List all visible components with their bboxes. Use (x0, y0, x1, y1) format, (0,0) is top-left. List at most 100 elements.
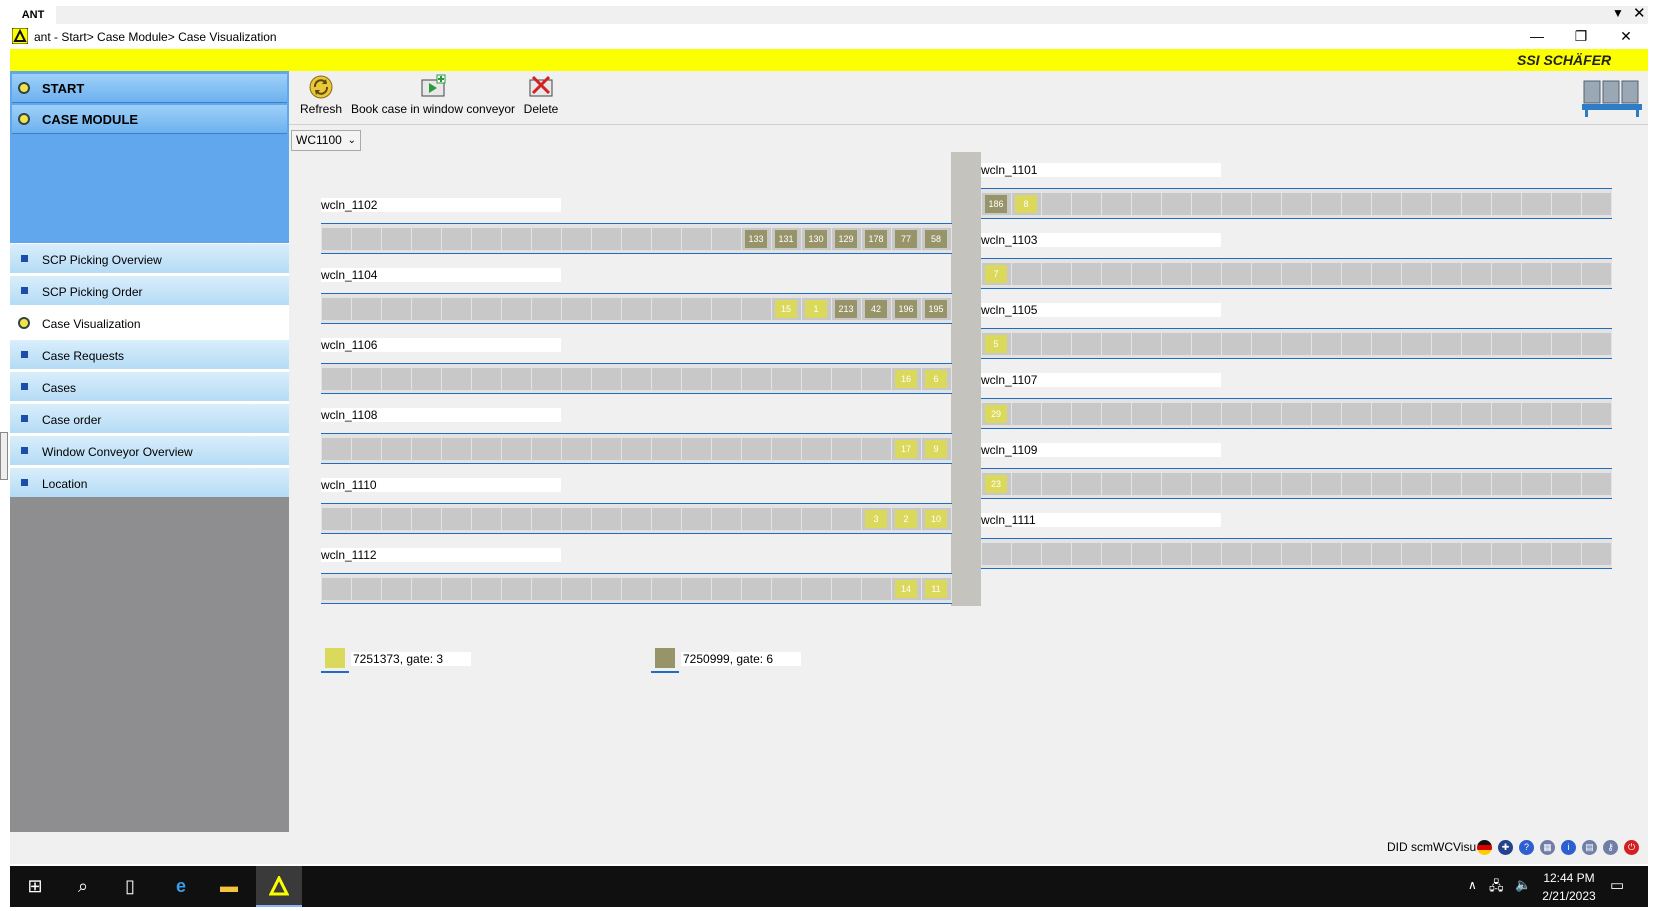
lane-slot (1372, 473, 1401, 495)
case-box[interactable]: 2 (895, 510, 917, 528)
notification-icon[interactable]: ▭ (1610, 876, 1624, 894)
task-view-icon[interactable]: ▯ (107, 866, 153, 907)
sidebar-item-label: Case Requests (42, 349, 125, 363)
lane-slot (562, 298, 591, 320)
case-box[interactable]: 7 (985, 265, 1007, 283)
case-box[interactable]: 11 (925, 580, 947, 598)
case-box[interactable]: 77 (895, 230, 917, 248)
clock-time[interactable]: 12:44 PM (1541, 871, 1597, 885)
lane-slot (562, 368, 591, 390)
case-box[interactable]: 58 (925, 230, 947, 248)
lane-slot (1432, 403, 1461, 425)
clock-date[interactable]: 2/21/2023 (1538, 889, 1600, 903)
case-box[interactable]: 15 (775, 300, 797, 318)
info-icon[interactable]: i (1561, 840, 1576, 855)
lane-slot (352, 298, 381, 320)
status-text: DID scmWCVisu (1387, 840, 1477, 854)
case-box[interactable]: 213 (835, 300, 857, 318)
case-box[interactable]: 16 (895, 370, 917, 388)
case-box[interactable]: 10 (925, 510, 947, 528)
conveyor-lane: 16 6 (321, 363, 952, 394)
calendar-icon[interactable]: ▦ (1540, 840, 1555, 855)
lane-slot (1162, 193, 1191, 215)
volume-muted-icon[interactable]: 🔈 (1515, 877, 1531, 893)
window-conveyor-select[interactable]: WC1100 ⌄ (291, 130, 361, 151)
delete-button[interactable]: Delete (521, 74, 561, 116)
lane-slot (1342, 473, 1371, 495)
lane-slot (712, 508, 741, 530)
case-box[interactable]: 9 (925, 440, 947, 458)
lane-slot (502, 438, 531, 460)
case-box[interactable]: 23 (985, 475, 1007, 493)
lane-slot (1522, 543, 1551, 565)
case-box[interactable]: 178 (865, 230, 887, 248)
case-box[interactable]: 17 (895, 440, 917, 458)
lane-slot (1252, 263, 1281, 285)
case-box[interactable]: 186 (985, 195, 1007, 213)
lane-slot (1042, 403, 1071, 425)
search-icon[interactable]: ⌕ (60, 866, 106, 907)
tray-chevron-icon[interactable]: ∧ (1468, 878, 1477, 892)
case-box[interactable]: 1 (805, 300, 827, 318)
legend-label-1: 7251373, gate: 3 (351, 652, 471, 666)
english-flag-icon[interactable]: ✚ (1498, 840, 1513, 855)
lane-slot (382, 508, 411, 530)
internet-explorer-icon[interactable]: e (158, 866, 204, 907)
network-icon[interactable]: 🖧 (1489, 877, 1504, 899)
file-explorer-icon[interactable]: ▬ (206, 866, 252, 907)
case-box[interactable]: 5 (985, 335, 1007, 353)
sidebar-item-window-conveyor-overview[interactable]: Window Conveyor Overview (10, 435, 289, 465)
lane-slot (652, 578, 681, 600)
case-box[interactable]: 195 (925, 300, 947, 318)
help-icon[interactable]: ? (1519, 840, 1534, 855)
sidebar-item-case-requests[interactable]: Case Requests (10, 339, 289, 369)
sidebar-header-start[interactable]: START (12, 74, 287, 103)
sidebar-item-case-order[interactable]: Case order (10, 403, 289, 433)
case-box[interactable]: 8 (1015, 195, 1037, 213)
sidebar-item-scp-picking-order[interactable]: SCP Picking Order (10, 275, 289, 305)
case-box[interactable]: 131 (775, 230, 797, 248)
app-tab[interactable]: ANT (10, 6, 56, 24)
sidebar-collapse-handle[interactable] (0, 432, 8, 480)
case-box[interactable]: 130 (805, 230, 827, 248)
close-button[interactable]: ✕ (1607, 26, 1645, 46)
lane-slot (472, 368, 501, 390)
lane-slot (1222, 333, 1251, 355)
key-icon[interactable]: ⚷ (1603, 840, 1618, 855)
refresh-button[interactable]: Refresh (300, 74, 342, 116)
lane-slot (1162, 263, 1191, 285)
lane-slot (1342, 263, 1371, 285)
case-box[interactable]: 42 (865, 300, 887, 318)
conveyor-module-icon (1582, 77, 1642, 119)
sidebar-item-cases[interactable]: Cases (10, 371, 289, 401)
lane-slot (1222, 263, 1251, 285)
case-box[interactable]: 196 (895, 300, 917, 318)
outer-close-icon[interactable]: ✕ (1633, 4, 1646, 22)
sidebar-item-scp-picking-overview[interactable]: SCP Picking Overview (10, 243, 289, 273)
lane-slot (1252, 333, 1281, 355)
printer-icon[interactable]: ▤ (1582, 840, 1597, 855)
case-box[interactable]: 3 (865, 510, 887, 528)
sidebar-item-case-visualization[interactable]: Case Visualization (10, 307, 289, 337)
sidebar-header-case-module[interactable]: CASE MODULE (12, 105, 287, 134)
sidebar-item-location[interactable]: Location (10, 467, 289, 497)
minimize-button[interactable]: — (1518, 26, 1556, 46)
case-box[interactable]: 6 (925, 370, 947, 388)
case-box[interactable]: 133 (745, 230, 767, 248)
windows-start-icon[interactable]: ⊞ (12, 866, 58, 907)
lane-slot (712, 298, 741, 320)
book-case-button[interactable]: Book case in window conveyor (350, 74, 516, 116)
case-box[interactable]: 14 (895, 580, 917, 598)
lane-slot (1432, 193, 1461, 215)
lane-slot (1162, 473, 1191, 495)
ant-app-taskbar-icon[interactable] (256, 866, 302, 907)
restore-button[interactable]: ❐ (1562, 26, 1600, 46)
lane-slot (862, 368, 891, 390)
dropdown-menu-icon[interactable]: ▼ (1612, 6, 1624, 20)
german-flag-icon[interactable] (1477, 840, 1492, 855)
refresh-icon (308, 74, 334, 100)
case-box[interactable]: 29 (985, 405, 1007, 423)
power-icon[interactable]: ⏻ (1624, 840, 1639, 855)
brand-bar (10, 49, 1648, 71)
case-box[interactable]: 129 (835, 230, 857, 248)
